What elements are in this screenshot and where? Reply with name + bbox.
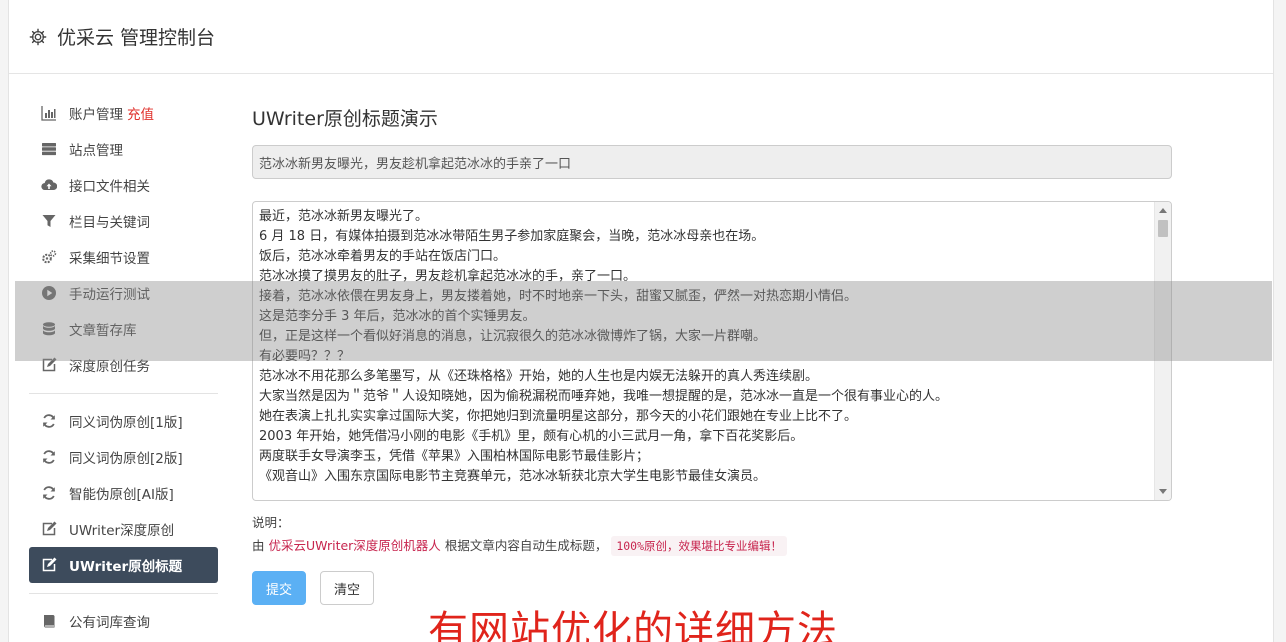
gear-icon xyxy=(29,28,47,45)
scroll-down-icon[interactable] xyxy=(1159,489,1167,494)
header: 优采云 管理控制台 xyxy=(9,0,1273,74)
note-text: 由 优采云UWriter深度原创机器人 根据文章内容自动生成标题， 100%原创… xyxy=(252,536,1174,556)
app-frame: 优采云 管理控制台 账户管理 充值站点管理接口文件相关 栏目与关键词 采集细节设置 手动… xyxy=(8,0,1274,642)
sidebar-item-同义词伪原创-1版[interactable]: 同义词伪原创[1版] xyxy=(29,403,218,439)
note-label: 说明： xyxy=(252,515,290,530)
sidebar-item-账户管理[interactable]: 账户管理 充值 xyxy=(29,95,218,131)
sidebar-divider xyxy=(29,593,218,594)
content-line: 最近，范冰冰新男友曝光了。 xyxy=(259,209,429,224)
submit-button[interactable]: 提交 xyxy=(252,571,306,605)
filter-icon xyxy=(40,213,57,230)
textarea-scrollbar[interactable] xyxy=(1154,202,1171,500)
sidebar-item-采集细节设置[interactable]: 采集细节设置 xyxy=(29,239,218,275)
bar-chart-icon xyxy=(40,105,57,122)
sidebar-item-手动运行测试[interactable]: 手动运行测试 xyxy=(29,275,218,311)
sidebar-item-label: UWriter深度原创 xyxy=(69,523,175,539)
sidebar-item-uwriter原创标题[interactable]: UWriter原创标题 xyxy=(29,547,218,583)
content-text[interactable]: 最近，范冰冰新男友曝光了。 6 月 18 日，有媒体拍摄到范冰冰带陌生男子参加家庭… xyxy=(253,202,1171,487)
book-icon xyxy=(40,613,57,630)
recharge-link[interactable]: 充值 xyxy=(127,103,154,123)
clear-button[interactable]: 清空 xyxy=(320,571,374,605)
content-line: 她在表演上扎扎实实拿过国际大奖，你把她归到流量明星这部分，那今天的小花们跟她在专… xyxy=(259,409,858,424)
sidebar: 账户管理 充值站点管理接口文件相关 栏目与关键词 采集细节设置 手动运行测试 文章暂存库深… xyxy=(29,95,218,639)
play-circle-icon xyxy=(40,285,57,302)
sidebar-item-文章暂存库[interactable]: 文章暂存库 xyxy=(29,311,218,347)
sidebar-item-label: 账户管理 xyxy=(69,107,123,123)
sidebar-item-label: 文章暂存库 xyxy=(69,323,137,339)
sidebar-item-label: UWriter原创标题 xyxy=(69,559,183,575)
sidebar-item-label: 深度原创任务 xyxy=(69,359,150,375)
content-line: 2003 年开始，她凭借冯小刚的电影《手机》里，颇有心机的小三武月一角，拿下百花… xyxy=(259,429,804,444)
sidebar-item-label: 智能伪原创[AI版] xyxy=(69,487,174,503)
watermark-text: 有网站优化的详细方法 xyxy=(428,608,838,642)
sidebar-item-label: 同义词伪原创[2版] xyxy=(69,451,183,467)
content-line: 两度联手女导演李玉，凭借《苹果》入围柏林国际电影节最佳影片； xyxy=(259,449,650,464)
note-prefix: 由 xyxy=(252,538,265,553)
server-icon xyxy=(40,141,57,158)
main-panel: UWriter原创标题演示 最近，范冰冰新男友曝光了。 6 月 18 日，有媒体拍… xyxy=(252,103,1174,605)
scroll-up-icon[interactable] xyxy=(1159,208,1167,213)
database-icon xyxy=(40,321,57,338)
refresh-icon xyxy=(40,449,57,466)
cogs-icon xyxy=(40,249,57,266)
refresh-icon xyxy=(40,413,57,430)
note-middle: 根据文章内容自动生成标题， xyxy=(444,538,608,553)
sidebar-divider xyxy=(29,393,218,394)
cloud-upload-icon xyxy=(40,177,57,194)
content-line: 但，正是这样一个看似好消息的消息，让沉寂很久的范冰冰微博炸了锅，大家一片群嘲。 xyxy=(259,329,767,344)
sidebar-item-同义词伪原创-2版[interactable]: 同义词伪原创[2版] xyxy=(29,439,218,475)
sidebar-item-栏目与关键词[interactable]: 栏目与关键词 xyxy=(29,203,218,239)
sidebar-item-深度原创任务[interactable]: 深度原创任务 xyxy=(29,347,218,383)
app-title: 优采云 管理控制台 xyxy=(57,27,216,49)
sidebar-item-label: 栏目与关键词 xyxy=(69,215,150,231)
page-title: UWriter原创标题演示 xyxy=(252,108,438,130)
sidebar-item-公有词库查询[interactable]: 公有词库查询 xyxy=(29,603,218,639)
refresh-icon xyxy=(40,485,57,502)
sidebar-item-uwriter深度原创[interactable]: UWriter深度原创 xyxy=(29,511,218,547)
sidebar-item-label: 站点管理 xyxy=(69,143,123,159)
sidebar-item-label: 接口文件相关 xyxy=(69,179,150,195)
content-line: 范冰冰不用花那么多笔墨写，从《还珠格格》开始，她的人生也是内娱无法躲开的真人秀连… xyxy=(259,369,819,384)
sidebar-item-label: 采集细节设置 xyxy=(69,251,150,267)
content-line: 6 月 18 日，有媒体拍摄到范冰冰带陌生男子参加家庭聚会，当晚，范冰冰母亲也在… xyxy=(259,229,765,244)
edit-icon xyxy=(40,521,57,538)
scroll-thumb[interactable] xyxy=(1158,220,1168,237)
note-highlight: 100%原创，效果堪比专业编辑！ xyxy=(611,536,788,556)
sidebar-item-label: 同义词伪原创[1版] xyxy=(69,415,183,431)
note-brand: 优采云UWriter深度原创机器人 xyxy=(268,538,441,553)
sidebar-item-站点管理[interactable]: 站点管理 xyxy=(29,131,218,167)
content-textarea[interactable]: 最近，范冰冰新男友曝光了。 6 月 18 日，有媒体拍摄到范冰冰带陌生男子参加家庭… xyxy=(252,201,1172,501)
sidebar-item-label: 公有词库查询 xyxy=(69,615,150,631)
sidebar-item-label: 手动运行测试 xyxy=(69,287,150,303)
edit-icon xyxy=(40,557,57,574)
title-output-field[interactable] xyxy=(252,145,1172,179)
sidebar-item-接口文件相关[interactable]: 接口文件相关 xyxy=(29,167,218,203)
content-line: 范冰冰摸了摸男友的肚子，男友趁机拿起范冰冰的手，亲了一口。 xyxy=(259,269,637,284)
content-line: 这是范李分手 3 年后，范冰冰的首个实锤男友。 xyxy=(259,309,536,324)
content-line: 大家当然是因为＂范爷＂人设知晓她，因为偷税漏税而唾弃她，我唯一想提醒的是，范冰冰… xyxy=(259,389,949,404)
content-line: 饭后，范冰冰牵着男友的手站在饭店门口。 xyxy=(259,249,507,264)
sidebar-item-智能伪原创-ai版[interactable]: 智能伪原创[AI版] xyxy=(29,475,218,511)
content-line: 《观音山》入围东京国际电影节主竞赛单元，范冰冰斩获北京大学生电影节最佳女演员。 xyxy=(259,469,767,484)
edit-icon xyxy=(40,357,57,374)
content-line: 有必要吗？？？ xyxy=(259,349,351,364)
content-line: 接着，范冰冰依偎在男友身上，男友搂着她，时不时地亲一下头，甜蜜又腻歪，俨然一对热… xyxy=(259,289,858,304)
